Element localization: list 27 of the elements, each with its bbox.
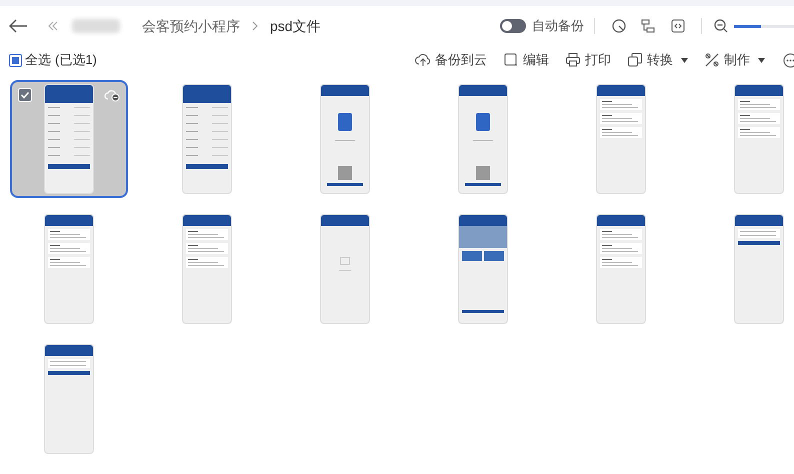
toolbar-button[interactable]: 制作: [704, 50, 765, 70]
selected-count: (已选1): [55, 51, 97, 70]
layout-icon[interactable]: [641, 19, 655, 33]
checkbox-checked-icon[interactable]: [18, 88, 32, 102]
zoom-out-icon[interactable]: [714, 19, 728, 33]
chevron-icon: [252, 21, 258, 31]
toolbar-button[interactable]: 打印: [565, 50, 611, 70]
breadcrumb-item[interactable]: psd文件: [270, 16, 321, 36]
cloud-minus-icon[interactable]: [104, 88, 120, 102]
back-arrow-icon[interactable]: [8, 19, 28, 33]
convert-icon: [627, 52, 643, 68]
select-all-checkbox[interactable]: [9, 54, 22, 66]
toolbar-button[interactable]: 转换: [627, 50, 688, 70]
toolbar-button[interactable]: 编辑: [503, 50, 549, 70]
edit-icon: [503, 52, 519, 68]
tools-icon: [704, 52, 720, 68]
print-icon: [565, 52, 581, 68]
breadcrumb-item[interactable]: 会客预约小程序: [142, 16, 240, 36]
auto-backup-toggle[interactable]: [500, 19, 526, 33]
zoom-slider[interactable]: [734, 24, 794, 28]
more-icon[interactable]: [783, 52, 794, 68]
upload-cloud-icon: [415, 52, 431, 68]
auto-backup-label: 自动备份: [532, 17, 584, 36]
file-thumbnail[interactable]: [10, 80, 128, 198]
toolbar-button[interactable]: 备份到云: [415, 50, 487, 70]
select-all-label[interactable]: 全选: [25, 50, 51, 70]
code-icon[interactable]: [671, 19, 685, 33]
